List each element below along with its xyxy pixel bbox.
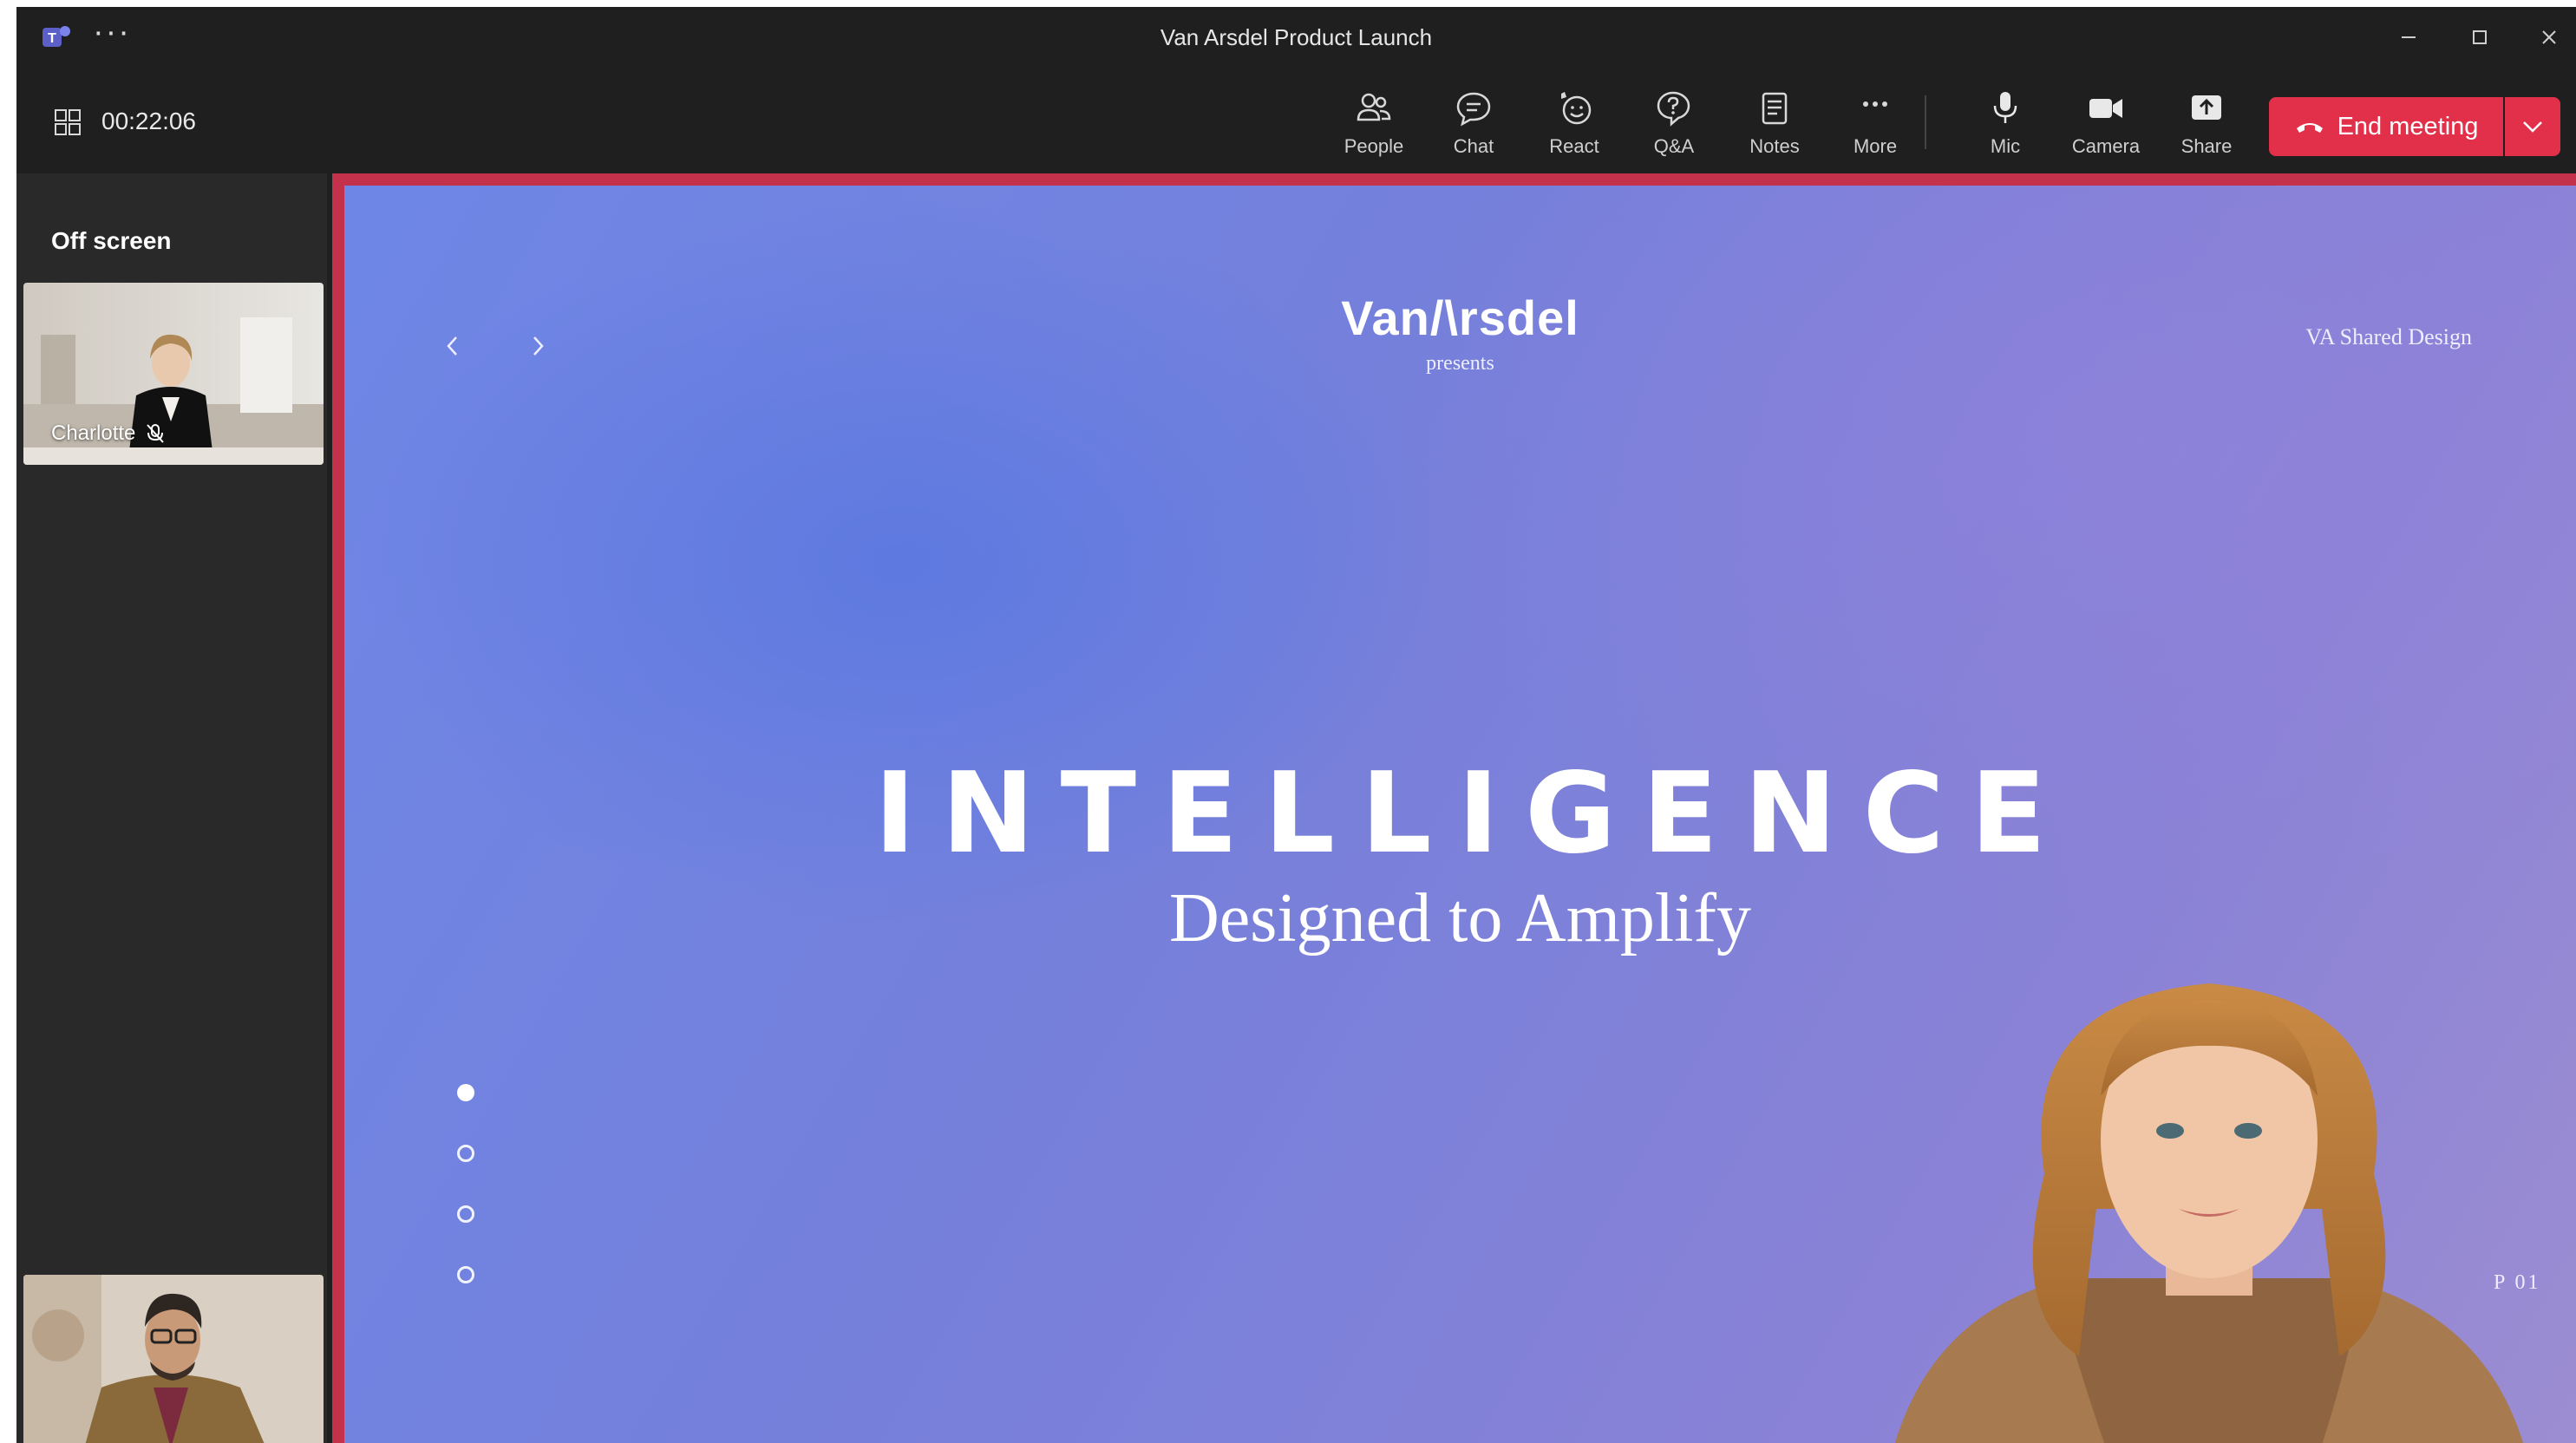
meeting-timer: 00:22:06	[101, 108, 196, 134]
notes-icon	[1762, 92, 1788, 125]
slide-corner-label: VA Shared Design	[2305, 324, 2472, 349]
slide-indicator-dot[interactable]	[457, 1145, 474, 1162]
mic-off-icon	[147, 424, 165, 443]
layout-grid-icon[interactable]	[53, 108, 82, 137]
participant-video-image	[23, 1275, 324, 1443]
more-label: More	[1853, 135, 1898, 157]
more-button[interactable]: More	[1827, 82, 1923, 168]
end-meeting-options-button[interactable]	[2505, 97, 2560, 156]
qa-icon	[1657, 91, 1690, 127]
teams-meeting-window: T ··· Van Arsdel Product Launch 00:22:06	[16, 7, 2576, 1443]
more-icon	[1863, 101, 1887, 107]
participant-tile[interactable]: Charlotte	[23, 283, 324, 465]
off-screen-panel: Off screen Charlotte	[16, 173, 327, 1443]
react-label: React	[1549, 135, 1599, 157]
people-icon	[1357, 93, 1391, 121]
slide-headline: INTELLIGENCE	[873, 749, 2073, 878]
end-meeting-group: End meeting	[2269, 97, 2560, 156]
react-icon	[1561, 92, 1592, 125]
close-button[interactable]	[2523, 16, 2575, 59]
notes-button[interactable]: Notes	[1727, 82, 1822, 168]
maximize-button[interactable]	[2454, 16, 2506, 59]
share-icon	[2192, 95, 2221, 120]
presentation-slide: Van/\rsdel presents VA Shared Design INT…	[344, 186, 2576, 1443]
chat-icon	[1456, 92, 1491, 127]
chevron-down-icon	[2523, 121, 2542, 133]
people-label: People	[1344, 135, 1404, 157]
camera-button[interactable]: Camera	[2058, 82, 2154, 168]
vanarsdel-logo: Van/\rsdel	[1341, 291, 1579, 345]
share-button[interactable]: Share	[2159, 82, 2254, 168]
minimize-icon	[2402, 36, 2416, 38]
toolbar-divider	[1925, 95, 1926, 149]
hang-up-icon	[2296, 123, 2323, 133]
chat-label: Chat	[1453, 135, 1494, 157]
share-label: Share	[2180, 135, 2233, 157]
close-icon	[2542, 30, 2556, 44]
maximize-icon	[2473, 30, 2487, 44]
mic-icon	[1993, 92, 2017, 123]
presents-text: presents	[1426, 352, 1494, 375]
participant-name-tag: Charlotte	[51, 421, 165, 446]
slide-subheadline: Designed to Amplify	[1168, 880, 1752, 957]
end-meeting-button[interactable]: End meeting	[2269, 97, 2503, 156]
shared-content-stage: Van/\rsdel presents VA Shared Design INT…	[332, 173, 2576, 1443]
mic-label: Mic	[1990, 135, 2021, 157]
end-meeting-label: End meeting	[2337, 112, 2479, 140]
slide-indicator-dot[interactable]	[457, 1205, 474, 1223]
off-screen-title: Off screen	[51, 227, 172, 254]
slide-indicator-dot-active[interactable]	[457, 1084, 474, 1101]
react-button[interactable]: React	[1527, 82, 1622, 168]
presenter-cutout-image	[1894, 983, 2523, 1443]
people-button[interactable]: People	[1326, 82, 1422, 168]
qa-button[interactable]: Q&A	[1626, 82, 1722, 168]
camera-label: Camera	[2071, 135, 2141, 157]
title-bar: T ··· Van Arsdel Product Launch	[16, 7, 2576, 69]
minimize-button[interactable]	[2383, 16, 2435, 59]
camera-icon	[2089, 99, 2122, 118]
meeting-toolbar: 00:22:06 People Chat React Q&A Notes Mor…	[16, 69, 2576, 173]
mic-button[interactable]: Mic	[1958, 82, 2053, 168]
window-title: Van Arsdel Product Launch	[1160, 24, 1433, 50]
slide-indicator-dot[interactable]	[457, 1266, 474, 1283]
chat-button[interactable]: Chat	[1426, 82, 1521, 168]
participant-tile[interactable]	[23, 1275, 324, 1443]
participant-name: Charlotte	[51, 421, 136, 445]
qa-label: Q&A	[1653, 135, 1695, 157]
notes-label: Notes	[1749, 135, 1800, 157]
